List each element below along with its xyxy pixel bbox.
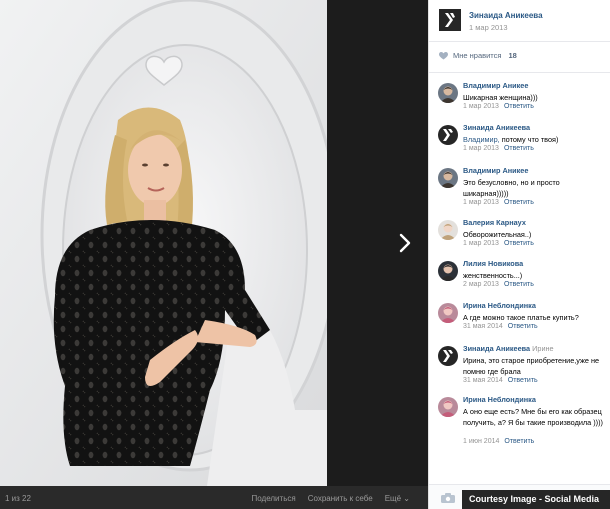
reply-link[interactable]: Ответить	[508, 323, 538, 330]
courtesy-caption: Courtesy Image - Social Media	[462, 490, 610, 509]
comment-text: Обворожительная..)	[463, 229, 605, 240]
comment-author-name[interactable]: Владимир Аникее	[463, 81, 528, 90]
comment-text: Это безусловно, но и просто шикарная))))…	[463, 177, 605, 199]
comment-text: Шикарная женщина)))	[463, 92, 605, 103]
comment-author-link[interactable]: Лилия Новикова	[463, 259, 523, 268]
comment-item: Ирина Неблондинка А где можно такое плать…	[429, 301, 610, 335]
comment-date[interactable]: 31 мая 2014	[463, 323, 503, 330]
comment-body: Обворожительная..)	[463, 230, 532, 239]
comment-author-link[interactable]: Ирина Неблондинка	[463, 395, 536, 404]
post-owner: Зинаида Аникеева 1 мар 2013	[429, 0, 610, 42]
comment-meta: 31 мая 2014 Ответить	[463, 377, 538, 384]
comment-author-name[interactable]: Владимир Аникее	[463, 166, 528, 175]
photo[interactable]	[0, 0, 327, 486]
comment-author-link[interactable]: Зинаида Аникеева Ирине	[463, 344, 554, 353]
more-button[interactable]: Ещё ⌄	[385, 494, 410, 503]
comment-author-link[interactable]: Валерия Карнаух	[463, 218, 526, 227]
divider	[429, 72, 610, 73]
next-photo-arrow-icon[interactable]	[396, 230, 414, 256]
likes-count: 18	[508, 51, 517, 60]
commenter-avatar[interactable]	[438, 261, 458, 281]
comment-meta: 2 мар 2013 Ответить	[463, 281, 534, 288]
comment-item: Ирина Неблондинка А оно еще есть? Мне бы …	[429, 395, 610, 450]
comment-date[interactable]: 1 мар 2013	[463, 199, 499, 206]
comment-body: А оно еще есть? Мне бы его как образец п…	[463, 407, 603, 427]
comment-text: Владимир, потому что твоя)	[463, 134, 605, 145]
comment-meta: 1 мар 2013 Ответить	[463, 145, 534, 152]
heart-icon	[439, 51, 448, 59]
comment-author-link[interactable]: Ирина Неблондинка	[463, 301, 536, 310]
reply-link[interactable]: Ответить	[504, 240, 534, 247]
reply-link[interactable]: Ответить	[504, 438, 534, 445]
comment-item: Зинаида Аникеева Владимир, потому что тво…	[429, 123, 610, 157]
comment-item: Владимир Аникее Шикарная женщина))) 1 мар …	[429, 81, 610, 115]
mention-link[interactable]: Владимир,	[463, 135, 500, 144]
save-button[interactable]: Сохранить к себе	[308, 494, 373, 503]
comment-author-name[interactable]: Зинаида Аникеева	[463, 344, 530, 353]
comment-body: потому что твоя)	[499, 135, 559, 144]
comment-author-name[interactable]: Ирина Неблондинка	[463, 301, 536, 310]
comment-date[interactable]: 1 мар 2013	[463, 145, 499, 152]
comment-meta: 1 мар 2013 Ответить	[463, 240, 534, 247]
reply-to-link[interactable]: Ирине	[532, 344, 553, 353]
comment-body: Шикарная женщина)))	[463, 93, 538, 102]
comment-author-name[interactable]: Зинаида Аникеева	[463, 123, 530, 132]
comment-item: Зинаида Аникеева Ирине Ирина, это старое …	[429, 344, 610, 389]
owner-logo-icon[interactable]	[439, 9, 461, 31]
commenter-logo-icon[interactable]	[438, 125, 458, 145]
comment-meta: 1 июн 2014 Ответить	[463, 438, 534, 445]
comment-author-link[interactable]: Зинаида Аникеева	[463, 123, 530, 132]
reply-link[interactable]: Ответить	[504, 103, 534, 110]
commenter-avatar[interactable]	[438, 168, 458, 188]
post-date: 1 мар 2013	[469, 23, 508, 32]
info-panel: Зинаида Аникеева 1 мар 2013 Мне нравится…	[428, 0, 610, 509]
comment-body: Это безусловно, но и просто шикарная))))…	[463, 178, 560, 198]
comment-meta: 1 мар 2013 Ответить	[463, 199, 534, 206]
camera-icon[interactable]	[441, 493, 455, 503]
commenter-avatar[interactable]	[438, 397, 458, 417]
comment-item: Валерия Карнаух Обворожительная..) 1 мар 2…	[429, 218, 610, 252]
likes-label: Мне нравится	[453, 51, 502, 60]
commenter-logo-icon[interactable]	[438, 346, 458, 366]
commenter-avatar[interactable]	[438, 83, 458, 103]
comment-item: Лилия Новикова женственность...) 2 мар 201…	[429, 259, 610, 293]
comment-author-name[interactable]: Лилия Новикова	[463, 259, 523, 268]
comment-body: женственность...)	[463, 271, 523, 280]
comment-text: А где можно такое платье купить?	[463, 312, 605, 323]
commenter-avatar[interactable]	[438, 303, 458, 323]
comment-date[interactable]: 31 мая 2014	[463, 377, 503, 384]
viewer-bottom-bar: 1 из 22 Поделиться Сохранить к себе Ещё …	[0, 486, 428, 509]
comment-date[interactable]: 2 мар 2013	[463, 281, 499, 288]
viewer-actions: Поделиться Сохранить к себе Ещё ⌄	[252, 494, 410, 503]
comment-body: Ирина, это старое приобретение,уже не по…	[463, 356, 600, 376]
comment-author-name[interactable]: Валерия Карнаух	[463, 218, 526, 227]
reply-link[interactable]: Ответить	[504, 145, 534, 152]
reply-link[interactable]: Ответить	[504, 199, 534, 206]
comment-text: А оно еще есть? Мне бы его как образец п…	[463, 406, 605, 428]
comment-date[interactable]: 1 июн 2014	[463, 438, 499, 445]
owner-name-link[interactable]: Зинаида Аникеева	[469, 11, 543, 20]
photo-counter: 1 из 22	[5, 494, 31, 503]
comment-meta: 31 мая 2014 Ответить	[463, 323, 538, 330]
comment-meta: 1 мар 2013 Ответить	[463, 103, 534, 110]
share-button[interactable]: Поделиться	[252, 494, 296, 503]
reply-link[interactable]: Ответить	[504, 281, 534, 288]
comment-text: Ирина, это старое приобретение,уже не по…	[463, 355, 605, 377]
commenter-avatar[interactable]	[438, 220, 458, 240]
photo-viewer: 1 из 22 Поделиться Сохранить к себе Ещё …	[0, 0, 428, 509]
photo-image	[0, 0, 327, 486]
reply-link[interactable]: Ответить	[508, 377, 538, 384]
comment-date[interactable]: 1 мар 2013	[463, 240, 499, 247]
comment-item: Владимир Аникее Это безусловно, но и прос…	[429, 166, 610, 211]
comment-text: женственность...)	[463, 270, 605, 281]
comment-date[interactable]: 1 мар 2013	[463, 103, 499, 110]
like-button[interactable]: Мне нравится 18	[439, 51, 517, 60]
comment-author-link[interactable]: Владимир Аникее	[463, 81, 528, 90]
comment-author-link[interactable]: Владимир Аникее	[463, 166, 528, 175]
comment-body: А где можно такое платье купить?	[463, 313, 579, 322]
comment-author-name[interactable]: Ирина Неблондинка	[463, 395, 536, 404]
